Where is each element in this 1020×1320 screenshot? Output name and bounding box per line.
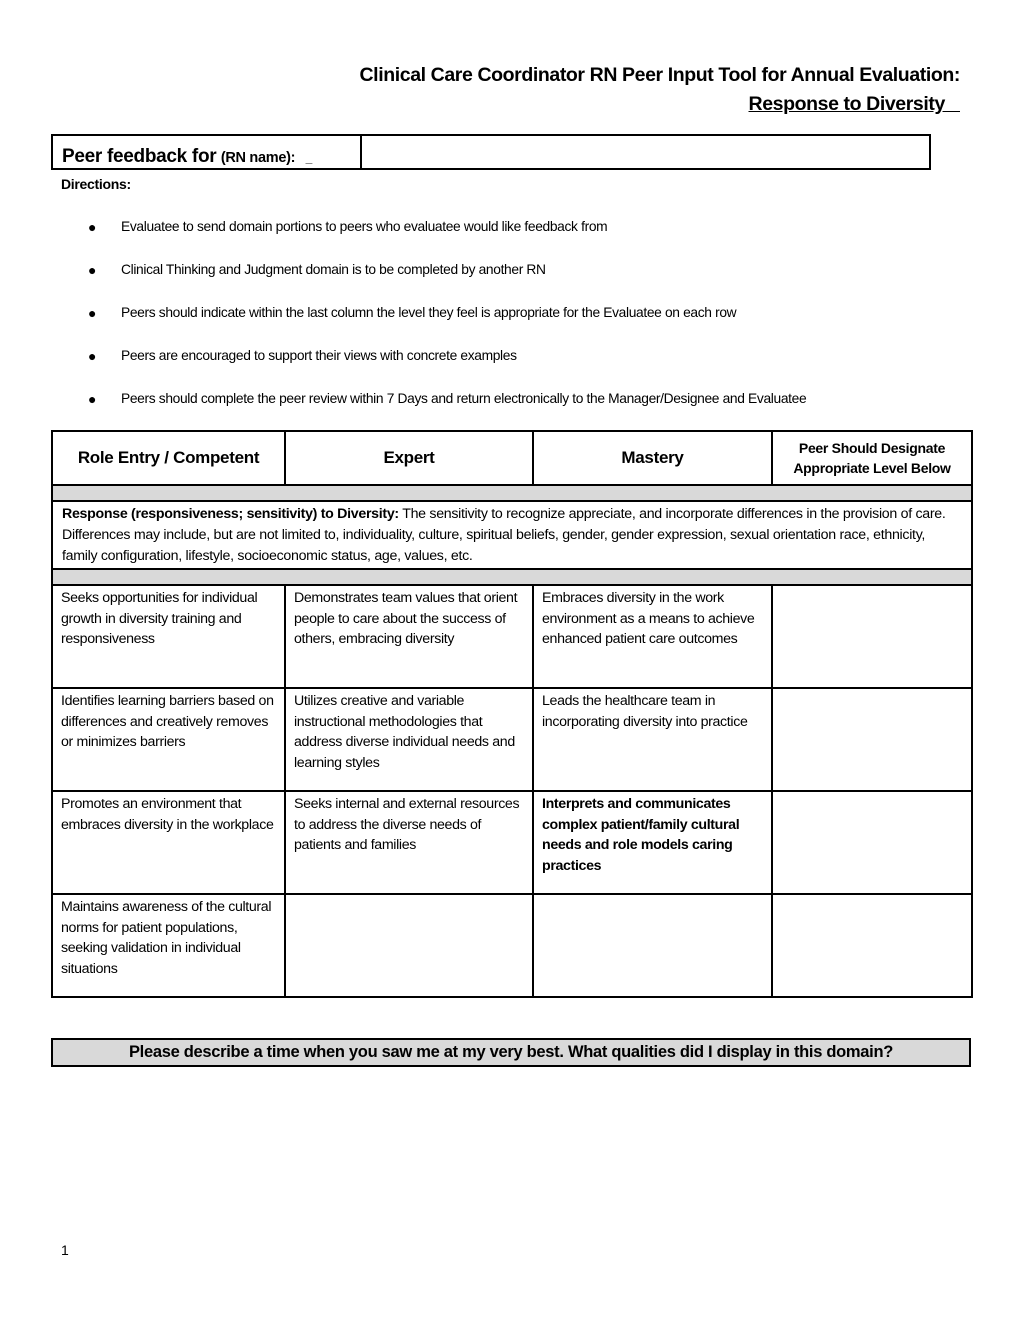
competent-cell: Seeks opportunities for individual growt…	[51, 584, 286, 690]
domain-subtitle: Response to Diversity	[748, 93, 960, 115]
peer-level-input[interactable]	[771, 893, 973, 999]
directions-item-text: Peers should indicate within the last co…	[121, 305, 737, 320]
expert-cell: Seeks internal and external resources to…	[284, 790, 534, 896]
directions-item-text: Peers should complete the peer review wi…	[121, 391, 807, 406]
peer-level-input[interactable]	[771, 790, 973, 896]
peer-level-input[interactable]	[771, 584, 973, 690]
directions-item-text: Clinical Thinking and Judgment domain is…	[121, 262, 546, 277]
competent-cell: Maintains awareness of the cultural norm…	[51, 893, 286, 999]
bullet-icon: ●	[88, 305, 97, 321]
rn-name-field[interactable]	[362, 136, 929, 168]
table-row: Seeks opportunities for individual growt…	[51, 584, 973, 690]
table-row: Promotes an environment that embraces di…	[51, 790, 973, 896]
best-example-answer-field[interactable]	[51, 1072, 975, 1226]
expert-cell: Demonstrates team values that orient peo…	[284, 584, 534, 690]
peer-feedback-box: Peer feedback for (RN name): _	[51, 134, 931, 170]
page-number: 1	[61, 1242, 69, 1258]
rubric-table: Role Entry / Competent Expert Mastery Pe…	[51, 430, 973, 999]
bullet-icon: ●	[88, 391, 97, 407]
mastery-cell	[532, 893, 773, 999]
header-expert: Expert	[284, 430, 534, 486]
spacer-cell	[51, 568, 973, 587]
expert-cell: Utilizes creative and variable instructi…	[284, 687, 534, 793]
directions-item-text: Evaluatee to send domain portions to pee…	[121, 219, 608, 234]
expert-cell	[284, 893, 534, 999]
rubric-header-row: Role Entry / Competent Expert Mastery Pe…	[51, 430, 973, 486]
peer-level-input[interactable]	[771, 687, 973, 793]
domain-description-row: Response (responsiveness; sensitivity) t…	[51, 499, 973, 571]
peer-feedback-label-blank: _	[305, 151, 313, 165]
table-row: Maintains awareness of the cultural norm…	[51, 893, 973, 999]
best-example-question: Please describe a time when you saw me a…	[51, 1038, 971, 1067]
peer-feedback-label: Peer feedback for (RN name): _	[53, 136, 362, 168]
document-title: Clinical Care Coordinator RN Peer Input …	[359, 64, 961, 86]
directions-item: ● Peers should indicate within the last c…	[88, 305, 806, 348]
directions-item: ● Evaluatee to send domain portions to pe…	[88, 219, 806, 262]
table-row: Identifies learning barriers based on di…	[51, 687, 973, 793]
mastery-cell: Leads the healthcare team in incorporati…	[532, 687, 773, 793]
directions-list: ● Evaluatee to send domain portions to pe…	[88, 219, 807, 434]
domain-description-cell: Response (responsiveness; sensitivity) t…	[51, 499, 973, 571]
directions-item: ● Peers should complete the peer review w…	[88, 391, 807, 434]
header-role-entry-competent: Role Entry / Competent	[51, 430, 286, 486]
peer-feedback-label-sub: (RN name):	[220, 150, 296, 166]
directions-item: ● Peers are encouraged to support their v…	[88, 348, 806, 391]
mastery-cell: Embraces diversity in the work environme…	[532, 584, 773, 690]
bullet-icon: ●	[88, 348, 97, 364]
peer-feedback-label-main: Peer feedback for	[62, 146, 217, 167]
competent-cell: Promotes an environment that embraces di…	[51, 790, 286, 896]
bullet-icon: ●	[88, 219, 97, 235]
directions-item: ● Clinical Thinking and Judgment domain i…	[88, 262, 806, 305]
mastery-cell: Interprets and communicates complex pati…	[532, 790, 773, 896]
domain-title: Response (responsiveness; sensitivity) t…	[62, 506, 399, 522]
directions-heading: Directions:	[61, 176, 131, 192]
bullet-icon: ●	[88, 262, 97, 278]
spacer-cell	[51, 484, 973, 502]
spacer-row	[51, 484, 973, 502]
header-peer-designation: Peer Should Designate Appropriate Level …	[771, 430, 973, 486]
header-mastery: Mastery	[532, 430, 773, 486]
spacer-row	[51, 568, 973, 587]
competent-cell: Identifies learning barriers based on di…	[51, 687, 286, 793]
directions-item-text: Peers are encouraged to support their vi…	[121, 348, 517, 363]
